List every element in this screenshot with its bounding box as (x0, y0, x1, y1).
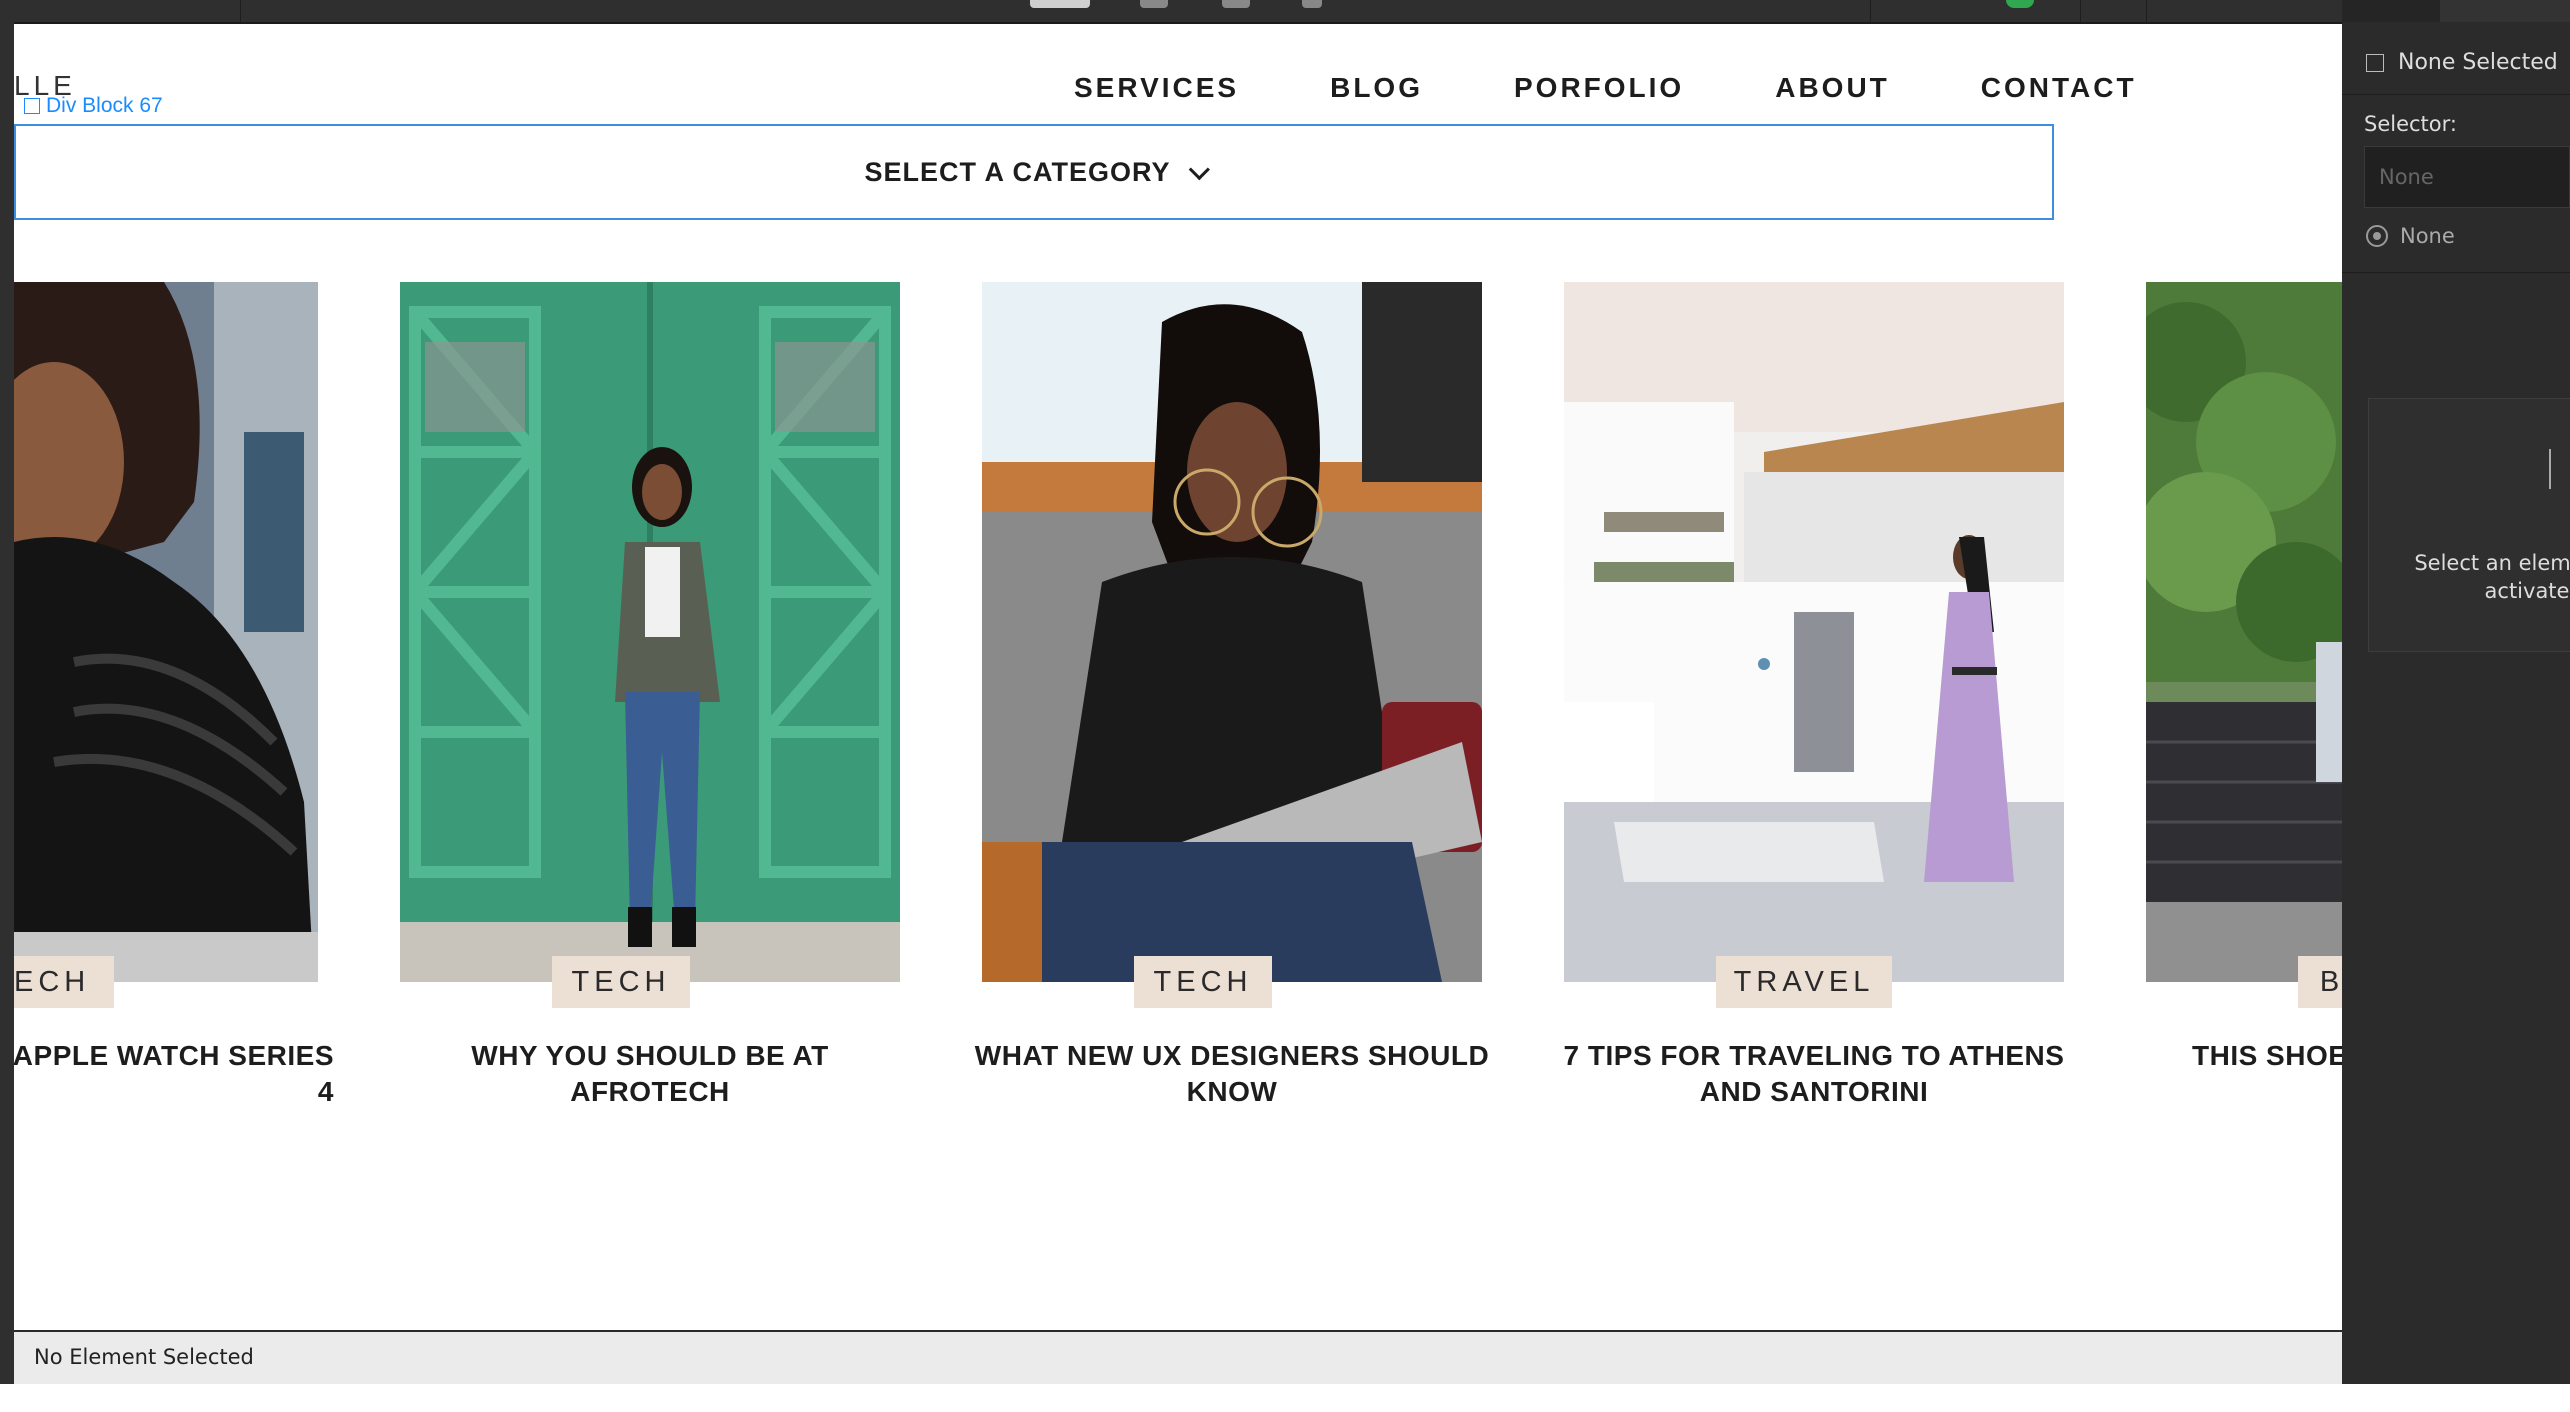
selector-placeholder: None (2379, 165, 2434, 189)
checkbox-icon[interactable] (2366, 53, 2384, 72)
status-text: No Element Selected (34, 1345, 254, 1369)
empty-state-line-2: activate (2484, 579, 2570, 603)
tab-active[interactable] (2440, 0, 2570, 22)
main-nav: SERVICES BLOG PORFOLIO ABOUT CONTACT (1074, 72, 2137, 104)
empty-state-message: Select an eleme activate (2409, 549, 2570, 605)
category-dropdown-label: SELECT A CATEGORY (864, 156, 1171, 187)
left-panel-edge (0, 22, 14, 1392)
selection-label[interactable]: Div Block 67 (24, 94, 163, 118)
publish-status-icon[interactable] (2006, 0, 2034, 8)
div-block-icon (24, 98, 40, 114)
style-panel-icon (2549, 449, 2561, 489)
selection-label-text: Div Block 67 (46, 94, 163, 117)
post-image[interactable] (400, 282, 900, 982)
selector-label: Selector: (2364, 112, 2457, 136)
post-category-tag[interactable]: ECH (14, 956, 115, 1008)
chevron-down-icon (1188, 158, 1210, 180)
status-bar: No Element Selected (14, 1330, 2342, 1384)
window-bottom (0, 1384, 2570, 1412)
desktop-view-icon[interactable] (1030, 0, 1090, 8)
right-inspector-panel: None Selected Selector: None None Select… (2342, 0, 2570, 1384)
target-label: None (2400, 224, 2455, 248)
nav-portfolio[interactable]: PORFOLIO (1514, 72, 1684, 104)
toolbar-divider (1870, 0, 1871, 22)
empty-state-card: Select an eleme activate (2368, 398, 2570, 652)
post-title[interactable]: RNED MY APPLE WATCH SERIES 4 (14, 1038, 334, 1110)
nav-blog[interactable]: BLOG (1330, 72, 1423, 104)
post-category-tag[interactable]: TECH (552, 956, 690, 1008)
toolbar-divider (240, 0, 241, 22)
post-title[interactable]: THIS SHOE NUDE (2192, 1038, 2342, 1074)
empty-state-line-1: Select an eleme (2414, 551, 2570, 575)
none-selected-row[interactable]: None Selected (2366, 50, 2558, 75)
toolbar-divider (2146, 0, 2147, 22)
selector-input[interactable]: None (2364, 146, 2570, 208)
post-category-tag[interactable]: B (2298, 956, 2342, 1008)
divider (2342, 272, 2570, 273)
post-category-tag[interactable]: TECH (1134, 956, 1272, 1008)
nav-about[interactable]: ABOUT (1775, 72, 1890, 104)
category-dropdown[interactable]: SELECT A CATEGORY (14, 124, 2054, 220)
divider (2342, 94, 2570, 95)
panel-tabs (2342, 0, 2570, 22)
target-icon (2366, 225, 2388, 247)
none-selected-label: None Selected (2398, 50, 2558, 75)
post-image[interactable] (982, 282, 1482, 982)
post-title[interactable]: WHY YOU SHOULD BE AT AFROTECH (390, 1038, 910, 1110)
tablet-view-icon[interactable] (1140, 0, 1168, 8)
nav-contact[interactable]: CONTACT (1981, 72, 2137, 104)
target-row[interactable]: None (2366, 224, 2455, 248)
post-title[interactable]: WHAT NEW UX DESIGNERS SHOULD KNOW (972, 1038, 1492, 1110)
post-category-tag[interactable]: TRAVEL (1716, 956, 1892, 1008)
post-image[interactable] (14, 282, 318, 982)
mobile-portrait-icon[interactable] (1302, 0, 1322, 8)
designer-toolbar (0, 0, 2342, 24)
design-canvas[interactable]: LLE Div Block 67 SERVICES BLOG PORFOLIO … (14, 24, 2342, 1330)
post-image[interactable] (2146, 282, 2342, 982)
toolbar-divider (2080, 0, 2081, 22)
post-title[interactable]: 7 TIPS FOR TRAVELING TO ATHENS AND SANTO… (1554, 1038, 2074, 1110)
nav-services[interactable]: SERVICES (1074, 72, 1239, 104)
mobile-landscape-icon[interactable] (1222, 0, 1250, 8)
post-image[interactable] (1564, 282, 2064, 982)
